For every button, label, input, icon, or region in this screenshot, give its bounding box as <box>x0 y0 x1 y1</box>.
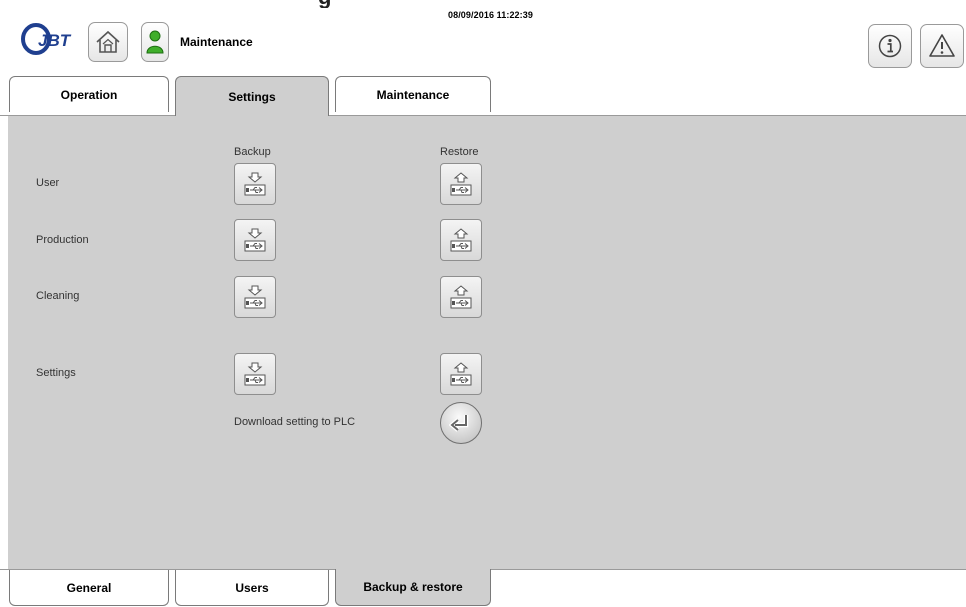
tab-backup-restore[interactable]: Backup & restore <box>335 569 491 606</box>
backup-cleaning-button[interactable] <box>234 276 276 318</box>
backup-user-button[interactable] <box>234 163 276 205</box>
logo-text: JBT <box>38 31 72 50</box>
restore-user-button[interactable] <box>440 163 482 205</box>
row-label-settings: Settings <box>36 367 76 379</box>
tab-settings[interactable]: Settings <box>175 76 329 117</box>
tab-label: Users <box>235 580 269 595</box>
backup-restore-panel: Backup Restore User Production Cleaning … <box>8 116 966 569</box>
usb-download-icon <box>244 362 266 386</box>
header: JBT Maintenance 08/09/2016 11:22:39 <box>0 8 966 70</box>
user-icon <box>146 30 164 54</box>
backup-production-button[interactable] <box>234 219 276 261</box>
info-icon <box>878 34 902 58</box>
jbt-logo: JBT <box>20 22 80 56</box>
download-to-plc-button[interactable] <box>440 402 482 444</box>
datetime: 08/09/2016 11:22:39 <box>448 10 533 20</box>
usb-upload-icon <box>450 285 472 309</box>
usb-download-icon <box>244 172 266 196</box>
tab-label: General <box>66 580 112 595</box>
user-role-label: Maintenance <box>180 35 253 49</box>
top-tab-bar: Operation Settings Maintenance <box>0 70 966 117</box>
usb-download-icon <box>244 228 266 252</box>
top-banner-fragment: g <box>0 0 966 8</box>
tab-label: Maintenance <box>376 87 450 102</box>
enter-arrow-icon <box>449 415 469 432</box>
home-button[interactable] <box>88 22 128 62</box>
restore-production-button[interactable] <box>440 219 482 261</box>
tab-maintenance[interactable]: Maintenance <box>335 76 491 112</box>
download-to-plc-label: Download setting to PLC <box>234 416 356 428</box>
bottom-tab-bar: General Users Backup & restore <box>0 569 966 607</box>
banner-text: g <box>318 0 331 8</box>
tab-general[interactable]: General <box>9 570 169 606</box>
restore-column-header: Restore <box>440 146 479 158</box>
usb-upload-icon <box>450 362 472 386</box>
tab-operation[interactable]: Operation <box>9 76 169 112</box>
backup-column-header: Backup <box>234 146 271 158</box>
user-button[interactable] <box>141 22 169 62</box>
tab-users[interactable]: Users <box>175 570 329 606</box>
tab-label: Backup & restore <box>363 580 463 594</box>
home-icon <box>96 30 120 53</box>
tab-label: Operation <box>60 87 118 102</box>
backup-settings-button[interactable] <box>234 353 276 395</box>
usb-download-icon <box>244 285 266 309</box>
usb-upload-icon <box>450 228 472 252</box>
row-label-cleaning: Cleaning <box>36 290 80 302</box>
alarm-button[interactable] <box>920 24 964 68</box>
tab-label: Settings <box>228 90 276 104</box>
restore-settings-button[interactable] <box>440 353 482 395</box>
info-button[interactable] <box>868 24 912 68</box>
row-label-user: User <box>36 177 60 189</box>
alarm-icon <box>929 34 955 57</box>
restore-cleaning-button[interactable] <box>440 276 482 318</box>
row-label-production: Production <box>36 234 89 246</box>
usb-upload-icon <box>450 172 472 196</box>
